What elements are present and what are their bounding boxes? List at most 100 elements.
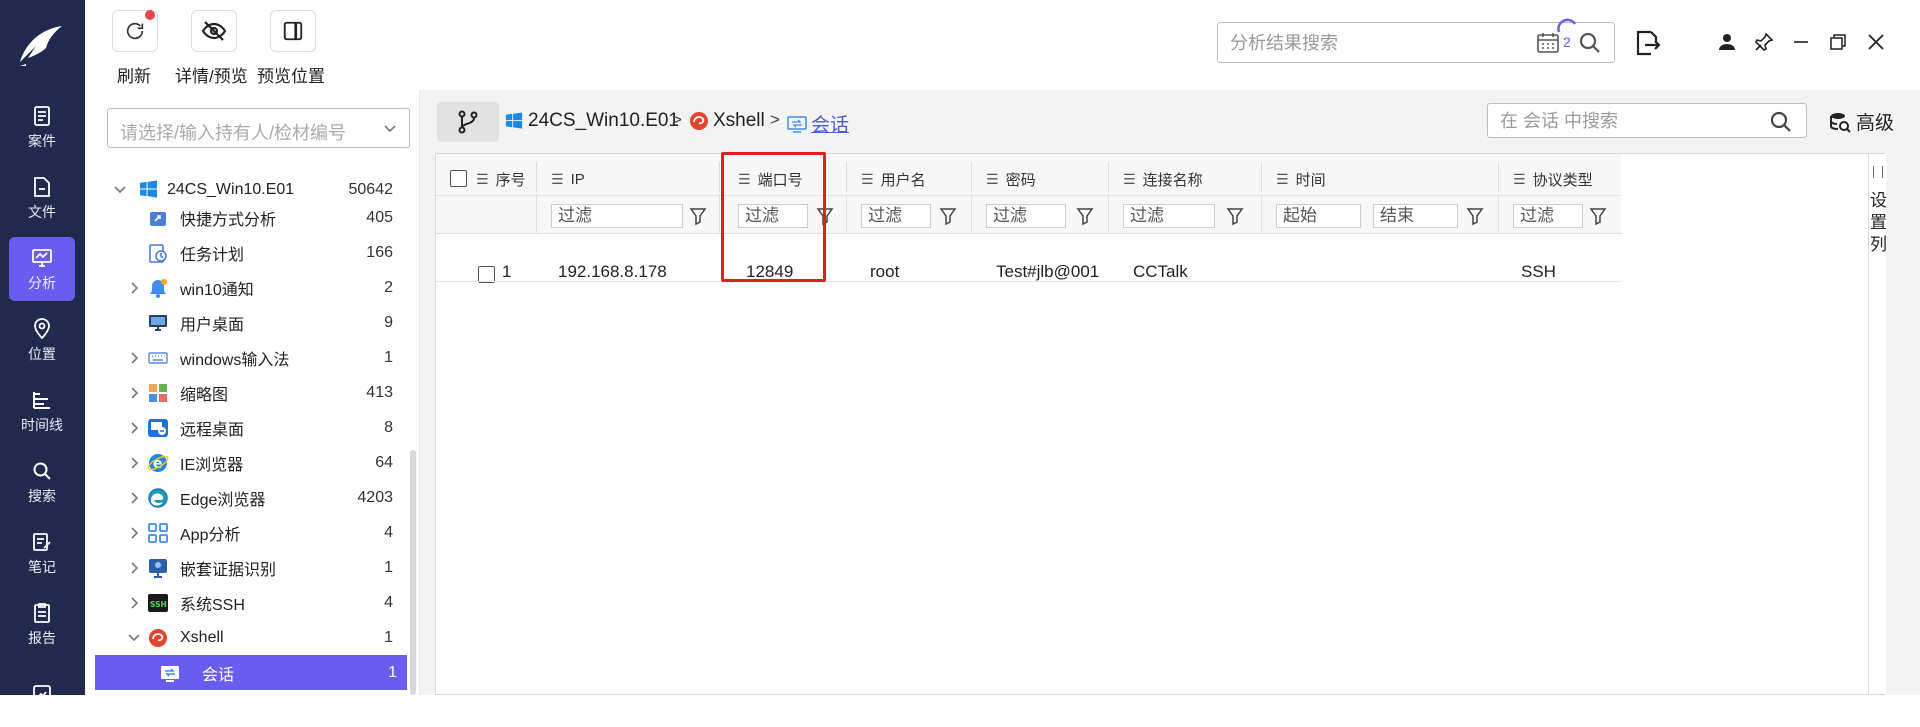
- ip-filter-input[interactable]: 过滤: [551, 204, 683, 228]
- close-button[interactable]: [1864, 30, 1888, 54]
- breadcrumb-current[interactable]: 会话: [786, 110, 849, 137]
- nav-case[interactable]: 案件: [9, 95, 75, 159]
- chevron-down-icon: [384, 125, 396, 133]
- filter-icon[interactable]: [1589, 206, 1607, 226]
- column-divider[interactable]: [719, 162, 720, 192]
- breadcrumb-separator: >: [672, 110, 682, 129]
- drag-handle-icon: ☰: [986, 170, 999, 187]
- column-title: 用户名: [880, 171, 926, 189]
- tree-item[interactable]: Edge浏览器 4203: [85, 480, 403, 515]
- column-divider[interactable]: [846, 162, 847, 192]
- column-divider[interactable]: [971, 162, 972, 192]
- tree-item[interactable]: SSH 系统SSH 4: [85, 585, 403, 620]
- minimize-button[interactable]: [1789, 30, 1813, 54]
- tree-item[interactable]: windows输入法 1: [85, 340, 403, 375]
- tree-item-label: win10通知: [180, 281, 254, 299]
- refresh-button[interactable]: [112, 10, 158, 52]
- detail-preview-button[interactable]: [191, 10, 237, 52]
- pin-button[interactable]: [1752, 30, 1776, 54]
- tree-item-count: 1: [388, 663, 397, 681]
- nav-report[interactable]: 报告: [9, 592, 75, 656]
- column-settings-label: 设置列: [1870, 191, 1887, 254]
- thumbnail-icon: [149, 383, 167, 402]
- tree-item[interactable]: App分析 4: [85, 515, 403, 550]
- nav-file[interactable]: 文件: [9, 166, 75, 230]
- column-header-protocol[interactable]: ☰ 协议类型: [1513, 168, 1593, 190]
- cell-index: 1: [502, 262, 512, 281]
- tree-item-count: 4203: [357, 488, 393, 506]
- tree-item-xshell[interactable]: Xshell 1: [85, 620, 403, 655]
- column-header-time[interactable]: ☰ 时间: [1276, 168, 1326, 190]
- shortcut-icon: [150, 211, 166, 226]
- cell-protocol: SSH: [1521, 262, 1556, 281]
- nav-timeline-label: 时间线: [21, 416, 63, 433]
- table-header: ☰ 序号 ☰ IP ☰ 端口号 ☰ 用户名 ☰ 密码 ☰ 连接名称 ☰ 时间 ☰ 协议类型 过滤…: [436, 154, 1621, 234]
- column-header-connection-name[interactable]: ☰ 连接名称: [1123, 168, 1203, 190]
- nav-note[interactable]: 笔记: [9, 521, 75, 585]
- filter-icon[interactable]: [1466, 206, 1484, 226]
- tree-item[interactable]: 远程桌面 8: [85, 410, 403, 445]
- filter-icon[interactable]: [689, 206, 707, 226]
- holder-select[interactable]: 请选择/输入持有人/检材编号: [107, 108, 410, 148]
- tree-item-session[interactable]: 会话 1: [95, 655, 407, 690]
- user-button[interactable]: [1715, 30, 1739, 54]
- column-divider: [971, 196, 972, 234]
- breadcrumb-image[interactable]: 24CS_Win10.E01: [505, 110, 679, 132]
- cell-connection-name: CCTalk: [1133, 262, 1188, 281]
- branch-button[interactable]: [437, 102, 499, 142]
- connection-name-filter-input[interactable]: 过滤: [1123, 204, 1215, 228]
- nav-more[interactable]: [9, 663, 75, 727]
- preview-position-button[interactable]: [270, 10, 316, 52]
- filter-icon[interactable]: [939, 206, 957, 226]
- desktop-icon: [149, 314, 167, 331]
- column-header-password[interactable]: ☰ 密码: [986, 168, 1036, 190]
- nav-timeline[interactable]: 时间线: [9, 379, 75, 443]
- search-icon[interactable]: [1769, 110, 1793, 134]
- column-divider[interactable]: [1261, 162, 1262, 192]
- detail-preview-label: 详情/预览: [175, 67, 248, 86]
- nav-location[interactable]: 位置: [9, 308, 75, 372]
- time-end-input[interactable]: 结束: [1373, 204, 1458, 228]
- tree-item[interactable]: win10通知 2: [85, 270, 403, 305]
- column-header-index[interactable]: ☰ 序号: [476, 168, 526, 190]
- column-divider[interactable]: [536, 162, 537, 192]
- column-divider: [719, 196, 720, 234]
- filter-icon[interactable]: [1226, 206, 1244, 226]
- nested-evidence-icon: [149, 558, 167, 578]
- session-search: [1487, 103, 1807, 138]
- tree-item-count: 166: [366, 243, 393, 261]
- columns-icon: [1873, 166, 1883, 178]
- task-progress[interactable]: 2: [1553, 18, 1583, 54]
- filter-icon[interactable]: [1076, 206, 1094, 226]
- tree-item[interactable]: 嵌套证据识别 1: [85, 550, 403, 585]
- column-header-username[interactable]: ☰ 用户名: [861, 168, 926, 190]
- tree-item[interactable]: 用户桌面 9: [85, 305, 403, 340]
- tree-item[interactable]: 快捷方式分析 405: [85, 200, 403, 235]
- tree-item[interactable]: e IE浏览器 64: [85, 445, 403, 480]
- password-filter-input[interactable]: 过滤: [986, 204, 1066, 228]
- tree-item-count: 413: [366, 383, 393, 401]
- select-all-checkbox[interactable]: [450, 170, 467, 187]
- nav-analysis[interactable]: 分析: [9, 237, 75, 301]
- tree-item[interactable]: 缩略图 413: [85, 375, 403, 410]
- column-header-ip[interactable]: ☰ IP: [551, 168, 585, 190]
- column-divider[interactable]: [1108, 162, 1109, 192]
- notification-dot: [145, 10, 155, 20]
- time-start-input[interactable]: 起始: [1276, 204, 1361, 228]
- tree-scrollbar[interactable]: [410, 450, 416, 695]
- tree-item[interactable]: 任务计划 166: [85, 235, 403, 270]
- breadcrumb-app[interactable]: Xshell: [688, 110, 765, 132]
- username-filter-input[interactable]: 过滤: [861, 204, 931, 228]
- nav-search[interactable]: 搜索: [9, 450, 75, 514]
- export-button[interactable]: [1633, 28, 1661, 63]
- column-divider[interactable]: [1498, 162, 1499, 192]
- column-title: 协议类型: [1532, 171, 1593, 189]
- session-search-input[interactable]: [1500, 109, 1760, 133]
- protocol-filter-input[interactable]: 过滤: [1513, 204, 1583, 228]
- restore-button[interactable]: [1826, 30, 1850, 54]
- column-settings-button[interactable]: 设置列: [1868, 154, 1887, 694]
- chevron-right-icon: [131, 596, 139, 609]
- nav-location-label: 位置: [28, 345, 56, 362]
- analysis-search-input[interactable]: [1230, 31, 1530, 55]
- advanced-search-button[interactable]: 高级: [1828, 108, 1894, 135]
